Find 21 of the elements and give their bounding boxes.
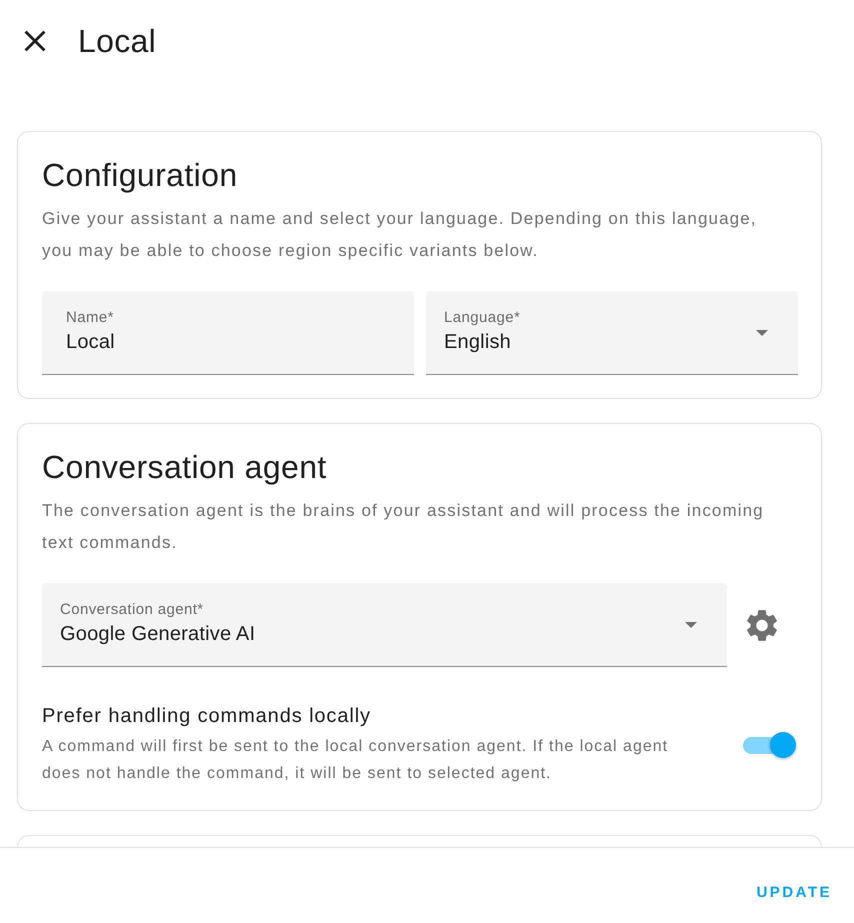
section-title: Configuration (42, 156, 239, 195)
field-label: Name* (66, 308, 114, 326)
dropdown-caret-icon (685, 622, 697, 628)
field-value: English (444, 330, 511, 354)
toggle-switch[interactable] (743, 730, 798, 760)
dropdown-caret-icon (756, 330, 768, 336)
field-value: Local (66, 330, 115, 354)
text-field[interactable]: Name* Local (42, 291, 414, 375)
section-description: The conversation agent is the brains of your assistant and will process the incoming text commands. (42, 500, 765, 554)
field-label: Language* (444, 308, 520, 326)
field-label: Conversation agent* (60, 600, 204, 618)
settings-icon[interactable] (747, 610, 777, 640)
section-title: Conversation agent (42, 448, 328, 487)
toggle-label: Prefer handling commands locally (42, 704, 371, 729)
section-description: Give your assistant a name and select your language. Depending on this language, you may be able to choose region specific variants below. (42, 208, 758, 262)
select-field[interactable]: Language* English (426, 291, 798, 375)
select-field[interactable]: Conversation agent* Google Generative AI (42, 583, 727, 667)
close-icon[interactable] (24, 30, 46, 52)
field-value: Google Generative AI (60, 622, 256, 646)
toggle-description: A command will first be sent to the local conversation agent. If the local agent does not handle the command, it will be sent to selected agent. (42, 737, 670, 784)
dialog-title: Local (78, 22, 156, 61)
